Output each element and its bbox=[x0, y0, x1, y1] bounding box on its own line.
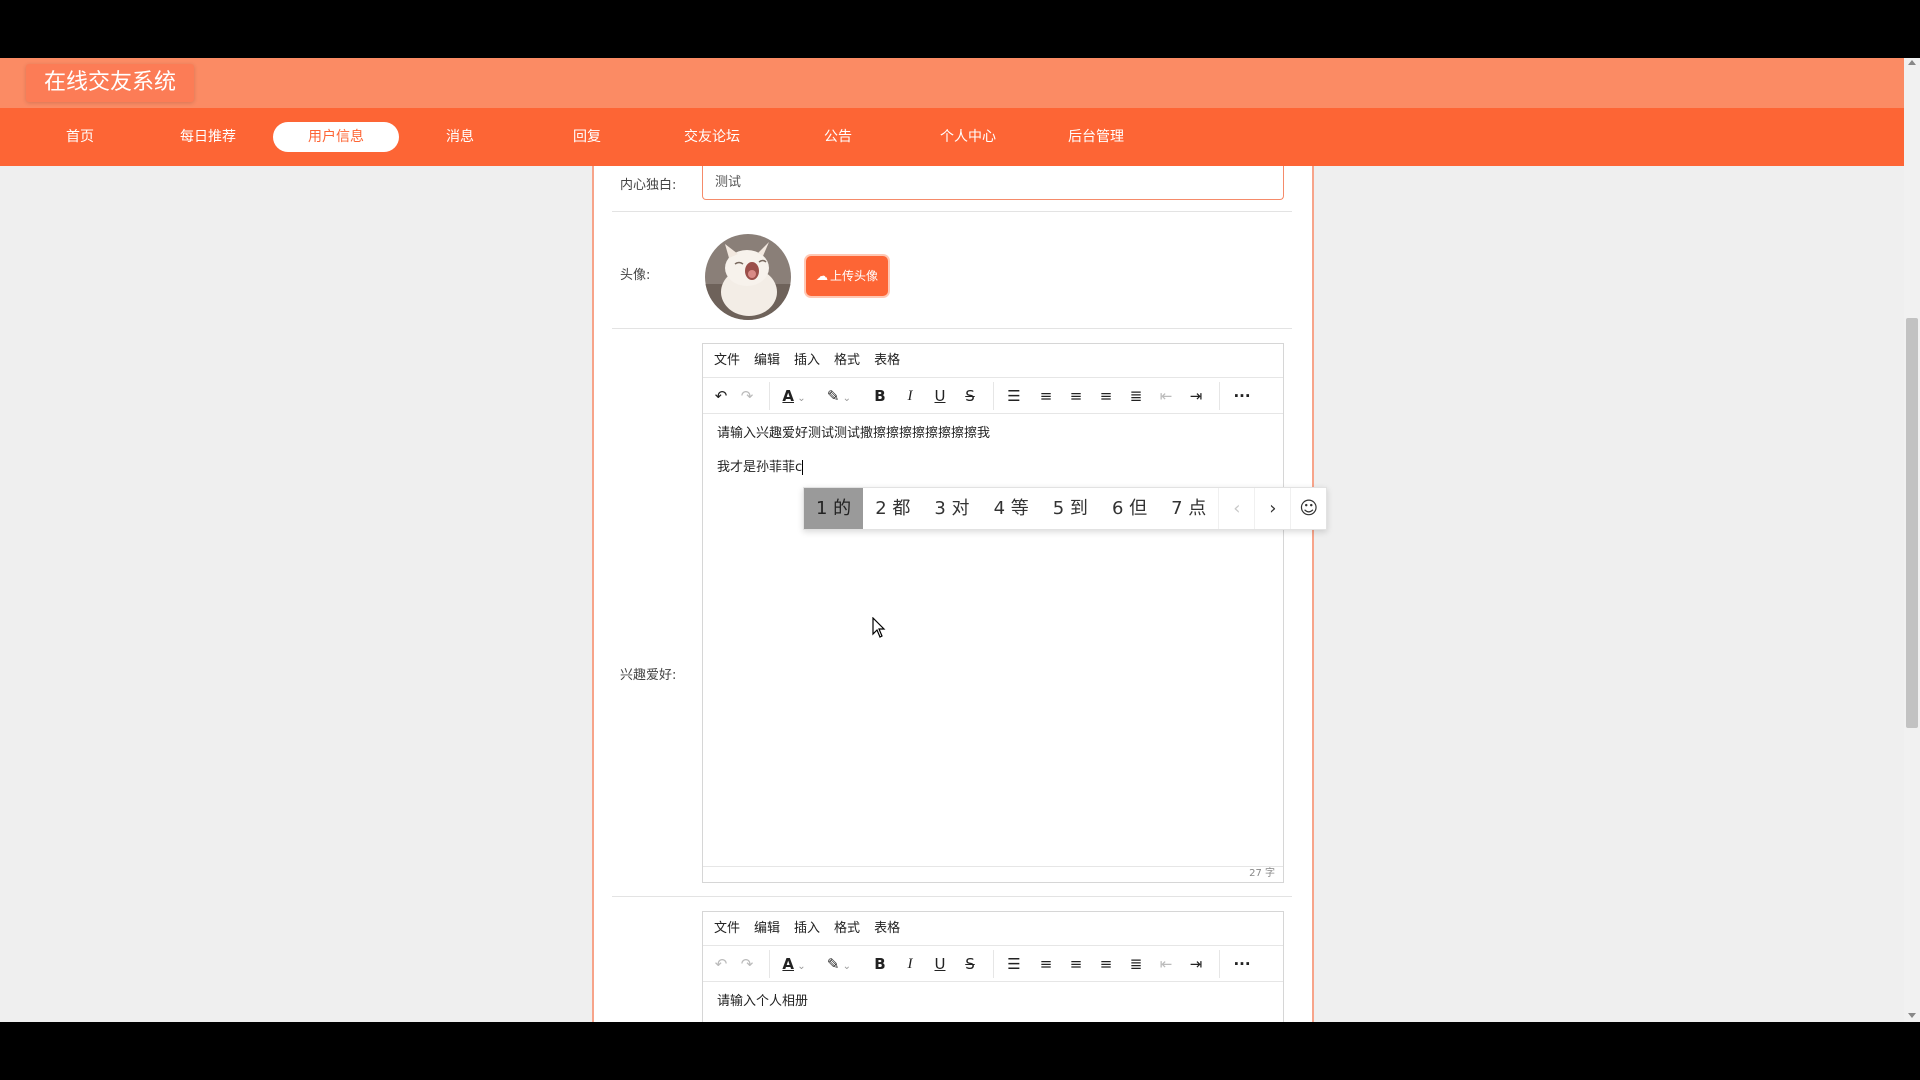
hobbies-label: 兴趣爱好: bbox=[620, 668, 677, 683]
editor-toolbar: ↶ ↷ A ⌄ ✎ ⌄ B I U S ☰ ≡ ≡ ≡ ≣ ⇤ ⇥ ··· bbox=[703, 946, 1283, 982]
scrollbar-thumb[interactable] bbox=[1906, 318, 1918, 728]
strikethrough-icon[interactable]: S bbox=[957, 946, 983, 982]
editor-menubar: 文件 编辑 插入 格式 表格 bbox=[703, 912, 1283, 946]
nav-item-daily-recommend[interactable]: 每日推荐 bbox=[166, 122, 250, 152]
bold-icon[interactable]: B bbox=[867, 946, 893, 982]
menu-format[interactable]: 格式 bbox=[834, 921, 860, 936]
italic-icon[interactable]: I bbox=[897, 378, 923, 414]
upload-avatar-button[interactable]: ☁ 上传头像 bbox=[806, 256, 889, 296]
ime-candidate[interactable]: 1 的 bbox=[804, 488, 864, 529]
nav-item-user-info[interactable]: 用户信息 bbox=[273, 122, 399, 152]
highlight-icon[interactable]: ✎ ⌄ bbox=[821, 946, 857, 982]
menu-table[interactable]: 表格 bbox=[874, 353, 900, 368]
ime-candidate-window: 1 的 2 都 3 对 4 等 5 到 6 但 7 点 ‹ › ☺ bbox=[803, 487, 1328, 530]
undo-icon[interactable]: ↶ bbox=[708, 378, 734, 414]
main-nav: 首页 每日推荐 用户信息 消息 回复 交友论坛 公告 个人中心 后台管理 bbox=[0, 108, 1904, 166]
avatar-label: 头像: bbox=[620, 268, 651, 283]
align-center-icon[interactable]: ≡ bbox=[1063, 946, 1089, 982]
nav-item-personal-center[interactable]: 个人中心 bbox=[926, 122, 1010, 152]
menu-insert[interactable]: 插入 bbox=[794, 921, 820, 936]
menu-edit[interactable]: 编辑 bbox=[754, 921, 780, 936]
upload-avatar-label: 上传头像 bbox=[830, 269, 879, 283]
ime-next-page-icon[interactable]: › bbox=[1254, 488, 1290, 529]
ime-candidate[interactable]: 6 但 bbox=[1100, 488, 1159, 529]
font-color-icon[interactable]: A ⌄ bbox=[777, 378, 811, 414]
ime-candidate[interactable]: 5 到 bbox=[1041, 488, 1100, 529]
top-header: 在线交友系统 bbox=[0, 58, 1904, 108]
row-divider bbox=[612, 328, 1292, 329]
indent-icon[interactable]: ⇥ bbox=[1183, 946, 1209, 982]
indent-icon[interactable]: ⇥ bbox=[1183, 378, 1209, 414]
bold-icon[interactable]: B bbox=[867, 378, 893, 414]
menu-format[interactable]: 格式 bbox=[834, 353, 860, 368]
nav-item-announcements[interactable]: 公告 bbox=[810, 122, 866, 152]
outdent-icon[interactable]: ⇤ bbox=[1153, 946, 1179, 982]
user-info-form: 内心独白: 测试 头像: ☁ 上传头像 兴趣爱好: 文件编辑 插入 格式 表格 … bbox=[592, 166, 1314, 1022]
ime-candidate[interactable]: 3 对 bbox=[922, 488, 981, 529]
motto-input[interactable]: 测试 bbox=[702, 166, 1284, 200]
undo-icon[interactable]: ↶ bbox=[708, 946, 734, 982]
bullet-list-icon[interactable]: ☰ bbox=[1001, 378, 1027, 414]
underline-icon[interactable]: U bbox=[927, 378, 953, 414]
align-left-icon[interactable]: ≡ bbox=[1033, 378, 1059, 414]
strikethrough-icon[interactable]: S bbox=[957, 378, 983, 414]
align-justify-icon[interactable]: ≣ bbox=[1123, 378, 1149, 414]
editor-line: 请输入个人相册 bbox=[717, 994, 809, 1009]
text-caret bbox=[802, 460, 804, 475]
nav-item-replies[interactable]: 回复 bbox=[559, 122, 615, 152]
editor-statusbar: 27 字 bbox=[703, 866, 1283, 882]
scroll-up-icon[interactable] bbox=[1908, 60, 1916, 65]
nav-item-forum[interactable]: 交友论坛 bbox=[670, 122, 754, 152]
more-icon[interactable]: ··· bbox=[1229, 378, 1255, 414]
font-color-icon[interactable]: A ⌄ bbox=[777, 946, 811, 982]
align-center-icon[interactable]: ≡ bbox=[1063, 378, 1089, 414]
italic-icon[interactable]: I bbox=[897, 946, 923, 982]
hobbies-rich-editor: 文件 编辑 插入 格式 表格 ↶ ↷ A ⌄ ✎ ⌄ B I U S ☰ ≡ ≡ ≡ ≣… bbox=[702, 343, 1284, 883]
menu-file[interactable]: 文件 bbox=[714, 921, 740, 936]
align-justify-icon[interactable]: ≣ bbox=[1123, 946, 1149, 982]
nav-item-admin[interactable]: 后台管理 bbox=[1054, 122, 1138, 152]
cat-avatar-image bbox=[705, 234, 791, 320]
align-left-icon[interactable]: ≡ bbox=[1033, 946, 1059, 982]
avatar bbox=[705, 234, 791, 320]
editor-line: 我才是孙菲菲c bbox=[717, 460, 803, 475]
bullet-list-icon[interactable]: ☰ bbox=[1001, 946, 1027, 982]
app-title[interactable]: 在线交友系统 bbox=[26, 64, 195, 102]
album-rich-editor: 文件 编辑 插入 格式 表格 ↶ ↷ A ⌄ ✎ ⌄ B I U S ☰ ≡ ≡ ≡ ≣… bbox=[702, 911, 1284, 1022]
menu-edit[interactable]: 编辑 bbox=[754, 353, 780, 368]
editor-menubar: 文件 编辑 插入 格式 表格 bbox=[703, 344, 1283, 378]
align-right-icon[interactable]: ≡ bbox=[1093, 946, 1119, 982]
menu-table[interactable]: 表格 bbox=[874, 921, 900, 936]
ime-prev-page-icon[interactable]: ‹ bbox=[1218, 488, 1254, 529]
more-icon[interactable]: ··· bbox=[1229, 946, 1255, 982]
row-divider bbox=[612, 896, 1292, 897]
ime-candidate[interactable]: 4 等 bbox=[982, 488, 1041, 529]
row-divider bbox=[612, 211, 1292, 212]
ime-emoji-icon[interactable]: ☺ bbox=[1290, 488, 1326, 529]
nav-item-home[interactable]: 首页 bbox=[52, 122, 108, 152]
ime-candidate[interactable]: 2 都 bbox=[863, 488, 922, 529]
browser-viewport: 在线交友系统 首页 每日推荐 用户信息 消息 回复 交友论坛 公告 个人中心 后… bbox=[0, 58, 1920, 1022]
page-scrollbar[interactable] bbox=[1904, 58, 1920, 1022]
align-right-icon[interactable]: ≡ bbox=[1093, 378, 1119, 414]
redo-icon[interactable]: ↷ bbox=[734, 946, 760, 982]
motto-label: 内心独白: bbox=[620, 178, 677, 193]
cloud-upload-icon: ☁ bbox=[816, 269, 828, 283]
mouse-pointer-icon bbox=[872, 616, 886, 643]
editor-line: 请输入兴趣爱好测试测试撒擦擦擦擦擦擦擦擦我 bbox=[717, 426, 991, 441]
album-editor-content[interactable]: 请输入个人相册 bbox=[703, 982, 1283, 1022]
menu-insert[interactable]: 插入 bbox=[794, 353, 820, 368]
outdent-icon[interactable]: ⇤ bbox=[1153, 378, 1179, 414]
editor-toolbar: ↶ ↷ A ⌄ ✎ ⌄ B I U S ☰ ≡ ≡ ≡ ≣ ⇤ ⇥ ··· bbox=[703, 378, 1283, 414]
menu-file[interactable]: 文件 bbox=[714, 353, 740, 368]
word-count: 27 字 bbox=[1249, 868, 1275, 879]
underline-icon[interactable]: U bbox=[927, 946, 953, 982]
scroll-down-icon[interactable] bbox=[1908, 1013, 1916, 1018]
ime-candidate[interactable]: 7 点 bbox=[1159, 488, 1218, 529]
redo-icon[interactable]: ↷ bbox=[734, 378, 760, 414]
highlight-icon[interactable]: ✎ ⌄ bbox=[821, 378, 857, 414]
nav-item-messages[interactable]: 消息 bbox=[432, 122, 488, 152]
